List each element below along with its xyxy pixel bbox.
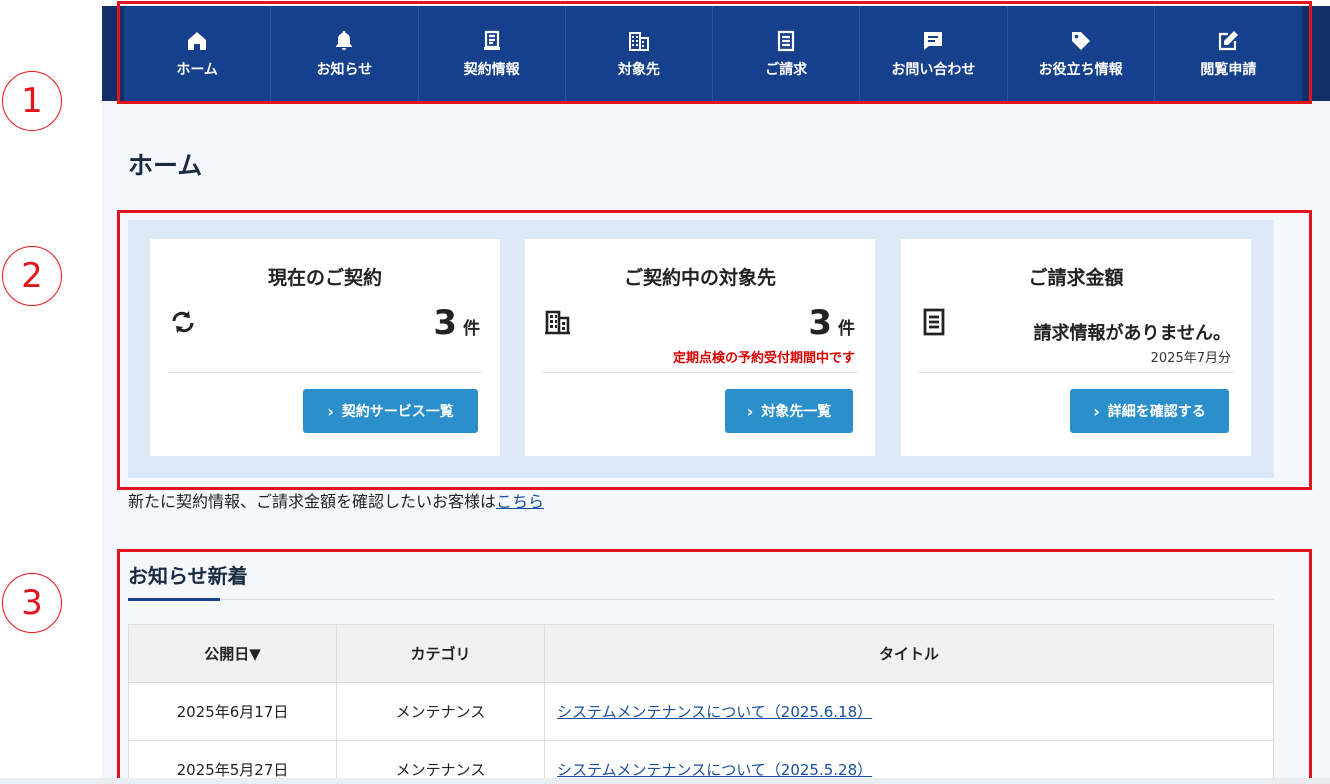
- column-header-date[interactable]: 公開日▼: [128, 624, 337, 683]
- receipt-icon: [923, 308, 945, 336]
- annotation-marker-2: 2: [2, 246, 62, 306]
- row-date: 2025年6月17日: [128, 682, 337, 741]
- annotation-marker-3: 3: [2, 573, 62, 633]
- card-title: 現在のご契約: [267, 267, 382, 289]
- news-section-title: お知らせ新着: [128, 564, 248, 588]
- notice-link[interactable]: こちら: [496, 492, 544, 511]
- billing-message: 請求情報がありません。: [1033, 323, 1231, 344]
- targets-count-value: 3: [808, 303, 832, 343]
- card-divider: [168, 372, 482, 373]
- card-divider: [919, 372, 1233, 373]
- chevron-right-icon: ›: [1093, 401, 1100, 421]
- notice-text: 新たに契約情報、ご請求金額を確認したいお客様はこちら: [128, 488, 544, 512]
- button-label: 対象先一覧: [761, 404, 832, 420]
- column-header-category: カテゴリ: [336, 624, 545, 683]
- contract-count-unit: 件: [463, 319, 480, 339]
- annotation-marker-1: 1: [2, 71, 62, 131]
- table-row: 2025年6月17日 メンテナンス システムメンテナンスについて（2025.6.…: [128, 682, 1274, 741]
- card-targets: ご契約中の対象先 3件 定期点検の予約受付期間中です › 対象先一覧: [525, 239, 875, 456]
- refresh-icon: [172, 311, 194, 333]
- table-header-row: 公開日▼ カテゴリ タイトル: [128, 624, 1274, 683]
- button-label: 詳細を確認する: [1107, 404, 1206, 420]
- news-divider: [128, 599, 1274, 600]
- notice-label: 新たに契約情報、ご請求金額を確認したいお客様は: [128, 492, 497, 511]
- inspection-notice: 定期点検の予約受付期間中です: [672, 351, 855, 366]
- row-title-cell: システムメンテナンスについて（2025.6.18）: [544, 682, 1274, 741]
- building-icon: [545, 310, 570, 335]
- row-title-link[interactable]: システムメンテナンスについて（2025.5.28）: [557, 761, 872, 779]
- card-billing: ご請求金額 請求情報がありません。 2025年7月分 › 詳細を確認する: [901, 239, 1251, 456]
- news-table: 公開日▼ カテゴリ タイトル 2025年6月17日 メンテナンス システムメンテ…: [128, 624, 1274, 784]
- contract-service-list-button[interactable]: › 契約サービス一覧: [303, 389, 478, 433]
- card-divider: [543, 372, 857, 373]
- billing-details-button[interactable]: › 詳細を確認する: [1070, 389, 1229, 433]
- annotation-box-nav: [117, 1, 1312, 104]
- targets-count: 3件: [808, 303, 855, 343]
- button-label: 契約サービス一覧: [341, 404, 454, 420]
- news-divider-accent: [128, 598, 220, 601]
- targets-list-button[interactable]: › 対象先一覧: [725, 389, 853, 433]
- card-title: ご請求金額: [1028, 267, 1124, 289]
- page-title: ホーム: [128, 151, 203, 180]
- bottom-edge: [0, 778, 1330, 784]
- card-title: ご契約中の対象先: [623, 267, 776, 289]
- card-current-contract: 現在のご契約 3件 › 契約サービス一覧: [150, 239, 500, 456]
- billing-period: 2025年7月分: [1150, 351, 1231, 366]
- contract-count-value: 3: [433, 303, 457, 343]
- chevron-right-icon: ›: [746, 401, 754, 421]
- targets-count-unit: 件: [838, 319, 855, 339]
- row-category: メンテナンス: [336, 682, 545, 741]
- column-header-title: タイトル: [544, 624, 1274, 683]
- row-title-link[interactable]: システムメンテナンスについて（2025.6.18）: [557, 703, 872, 721]
- chevron-right-icon: ›: [327, 401, 334, 421]
- contract-count: 3件: [433, 303, 480, 343]
